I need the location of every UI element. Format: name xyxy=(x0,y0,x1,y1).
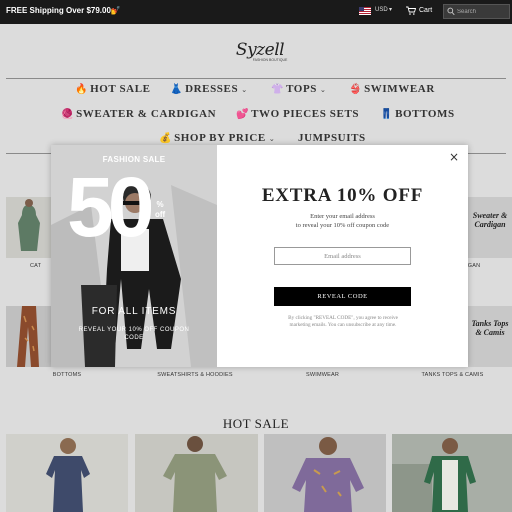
nav-label: TOPS xyxy=(286,83,317,95)
nav-sweater-cardigan[interactable]: 🧶 SWEATER & CARDIGAN xyxy=(61,108,216,120)
off-label: off xyxy=(155,209,166,219)
reveal-coupon-caption: REVEAL YOUR 10% OFF COUPON CODE xyxy=(78,327,190,341)
category-label-tanks-camis[interactable]: TANKS TOPS & CAMIS xyxy=(405,372,500,378)
chevron-down-icon: ⌄ xyxy=(320,86,327,94)
email-signup-modal: FASHION SALE 50 % off FOR ALL ITEMS REVE… xyxy=(51,145,468,367)
subtext-line: to reveal your 10% off coupon code xyxy=(295,222,390,230)
hearts-icon: 💕 xyxy=(236,109,250,120)
marketing-disclaimer: By clicking "REVEAL CODE", you agree to … xyxy=(288,315,398,329)
nav-label: SWEATER & CARDIGAN xyxy=(76,108,217,120)
close-icon[interactable]: × xyxy=(448,151,460,163)
category-image xyxy=(6,306,51,367)
search-box[interactable] xyxy=(443,4,510,19)
product-image xyxy=(135,434,258,512)
product-card[interactable] xyxy=(264,434,386,512)
us-flag-icon[interactable] xyxy=(359,7,371,15)
cart-link[interactable]: Cart xyxy=(419,7,432,14)
sale-percent-number: 50 xyxy=(67,160,154,254)
nav-top-divider xyxy=(6,78,506,79)
product-image xyxy=(392,434,512,512)
bikini-icon: 👙 xyxy=(349,84,363,95)
hot-sale-heading: HOT SALE xyxy=(222,416,290,431)
reveal-code-button[interactable]: REVEAL CODE xyxy=(274,287,411,306)
modal-heading: EXTRA 10% OFF xyxy=(261,185,424,206)
product-card[interactable] xyxy=(392,434,512,512)
category-tile-tanks-camis[interactable]: Tanks Tops & Camis xyxy=(468,306,512,367)
category-label-swimwear[interactable]: SWIMWEAR xyxy=(285,372,360,378)
free-shipping-promo: FREE Shipping Over $79.00💅 xyxy=(6,6,121,15)
nav-tops[interactable]: 👚 TOPS ⌄ xyxy=(271,83,326,95)
chevron-down-icon: ⌄ xyxy=(268,135,276,143)
logo-wordmark: Syzell xyxy=(235,40,285,60)
category-label-bottoms[interactable]: BOTTOMS xyxy=(37,372,97,378)
store-logo[interactable]: Syzell FASHION BOUTIQUE xyxy=(230,40,290,66)
nav-label: BOTTOMS xyxy=(395,108,455,120)
cart-icon[interactable] xyxy=(406,6,416,15)
currency-selector[interactable]: USD xyxy=(375,7,388,13)
yarn-icon: 🧶 xyxy=(61,109,75,120)
category-label-sweatshirts-hoodies[interactable]: SWEATSHIRTS & HOODIES xyxy=(140,372,250,378)
product-image xyxy=(264,434,386,512)
nav-label: SHOP BY PRICE xyxy=(174,132,266,144)
chevron-down-icon[interactable]: ▾ xyxy=(389,6,392,13)
nav-two-pieces-sets[interactable]: 💕 TWO PIECES SETS xyxy=(236,108,359,120)
category-tile-bottoms[interactable] xyxy=(6,306,51,367)
nav-label: DRESSES xyxy=(185,83,239,95)
nav-bottoms[interactable]: 👖 BOTTOMS xyxy=(380,108,455,120)
product-image xyxy=(6,434,128,512)
modal-promo-image: FASHION SALE 50 % off FOR ALL ITEMS REVE… xyxy=(51,145,217,367)
category-tile-dresses[interactable] xyxy=(6,197,51,258)
product-card[interactable] xyxy=(6,434,128,512)
modal-subtext: Enter your email address to reveal your … xyxy=(217,212,468,230)
money-bag-icon: 💰 xyxy=(159,133,173,144)
announcement-bar: FREE Shipping Over $79.00💅 USD ▾ Cart xyxy=(0,0,512,24)
nav-label: TWO PIECES SETS xyxy=(251,108,360,120)
subtext-line: Enter your email address xyxy=(310,213,375,220)
logo-tagline: FASHION BOUTIQUE xyxy=(252,58,288,62)
nav-shop-by-price[interactable]: 💰 SHOP BY PRICE ⌄ xyxy=(159,132,275,144)
category-image xyxy=(6,197,51,258)
shirt-icon: 👚 xyxy=(271,84,285,95)
dress-icon: 👗 xyxy=(170,84,184,95)
jeans-icon: 👖 xyxy=(380,109,394,120)
category-tile-sweater-cardigan[interactable]: Sweater & Cardigan xyxy=(468,197,512,258)
percent-sign: % xyxy=(156,200,164,209)
percent-off-badge: % off xyxy=(155,200,165,219)
nav-dresses[interactable]: 👗 DRESSES ⌄ xyxy=(170,83,248,95)
category-overlay-text: Tanks Tops & Camis xyxy=(471,319,509,337)
fire-icon: 🔥 xyxy=(75,84,89,95)
search-icon[interactable] xyxy=(447,7,455,16)
nav-label: SWIMWEAR xyxy=(364,83,435,95)
for-all-items-label: FOR ALL ITEMS xyxy=(91,306,177,317)
email-field[interactable] xyxy=(274,247,411,265)
nav-hot-sale[interactable]: 🔥 HOT SALE xyxy=(75,83,151,95)
category-label[interactable]: IGAN xyxy=(466,263,496,269)
nav-label: JUMPSUITS xyxy=(298,132,366,144)
search-input[interactable] xyxy=(457,6,509,17)
chevron-down-icon: ⌄ xyxy=(241,86,248,94)
nav-jumpsuits[interactable]: JUMPSUITS xyxy=(298,132,366,144)
product-card[interactable] xyxy=(135,434,258,512)
nav-label: HOT SALE xyxy=(90,83,151,95)
nav-swimwear[interactable]: 👙 SWIMWEAR xyxy=(349,83,435,95)
category-overlay-text: Sweater & Cardigan xyxy=(472,211,508,229)
